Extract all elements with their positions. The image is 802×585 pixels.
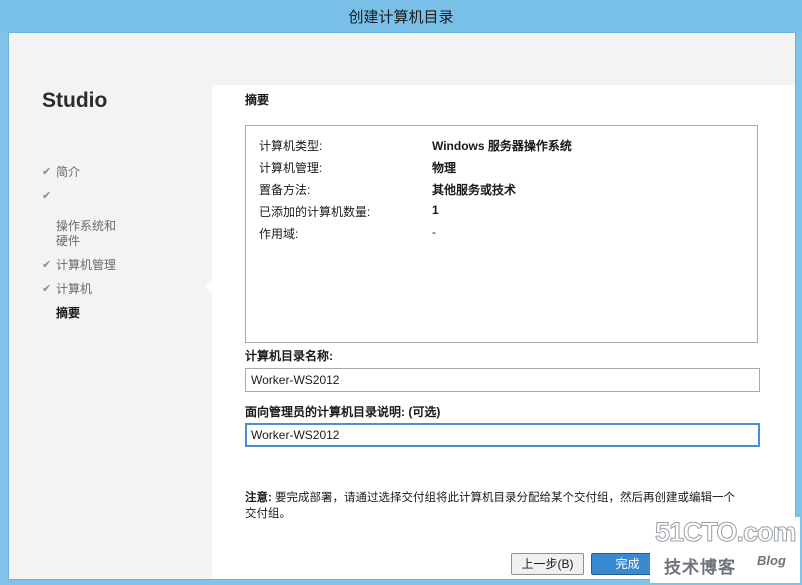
window-title: 创建计算机目录	[348, 9, 454, 26]
admin-description-label: 面向管理员的计算机目录说明: (可选)	[245, 405, 441, 419]
summary-value: 其他服务或技术	[432, 183, 517, 197]
note-text: 要完成部署，请通过选择交付组将此计算机目录分配给某个交付组，然后再创建或编辑一个…	[245, 492, 736, 520]
watermark-subtitle: 技术博客	[664, 558, 736, 577]
summary-box: 计算机类型: Windows 服务器操作系统 计算机管理: 物理 置备方法: 其…	[245, 125, 758, 343]
back-button[interactable]: 上一步(B)	[511, 553, 584, 575]
summary-value: -	[432, 225, 436, 239]
watermark-site: 51CTO.com	[655, 517, 798, 548]
summary-key: 计算机管理:	[259, 161, 323, 175]
summary-value: 物理	[432, 161, 457, 175]
step-label: 计算机	[56, 282, 93, 296]
summary-key: 已添加的计算机数量:	[259, 205, 371, 219]
app-name: Studio	[42, 89, 108, 112]
step-label: 计算机管理	[56, 258, 117, 272]
admin-description-input[interactable]	[245, 423, 760, 447]
summary-key: 计算机类型:	[259, 139, 323, 153]
step-intro[interactable]: ✔ 简介	[42, 165, 116, 180]
wizard-content: 摘要 计算机类型: Windows 服务器操作系统 计算机管理: 物理 置备方法…	[212, 85, 795, 579]
checkmark-icon: ✔	[42, 283, 52, 295]
step-label: 简介	[56, 165, 81, 179]
summary-value: Windows 服务器操作系统	[432, 139, 572, 153]
catalog-name-label: 计算机目录名称:	[245, 349, 333, 363]
window-titlebar: 创建计算机目录	[0, 0, 802, 32]
step-machines[interactable]: ✔ 计算机	[42, 282, 116, 297]
note-label: 注意:	[245, 492, 272, 504]
summary-key: 置备方法:	[259, 183, 311, 197]
summary-key: 作用域:	[259, 227, 299, 241]
current-step-pointer	[204, 281, 212, 293]
summary-value: 1	[432, 203, 439, 217]
step-summary[interactable]: 摘要	[42, 306, 116, 321]
wizard-dialog: Studio ✔ 简介 ✔ 操作系统和 硬件 ✔ 计算机管理 ✔ 计算机 摘要	[8, 32, 796, 580]
wizard-steps: ✔ 简介 ✔ 操作系统和 硬件 ✔ 计算机管理 ✔ 计算机 摘要	[42, 165, 116, 330]
step-label: 操作系统和 硬件	[56, 219, 117, 248]
wizard-sidebar: Studio ✔ 简介 ✔ 操作系统和 硬件 ✔ 计算机管理 ✔ 计算机 摘要	[9, 33, 212, 579]
checkmark-icon: ✔	[42, 259, 52, 271]
step-machine-management[interactable]: ✔ 计算机管理	[42, 258, 116, 273]
watermark-blog: Blog	[757, 553, 786, 568]
site-watermark: 51CTO.com 技术博客 Blog	[650, 517, 800, 583]
checkmark-icon: ✔	[42, 166, 52, 178]
step-label: 摘要	[56, 306, 81, 320]
checkmark-icon: ✔	[42, 190, 52, 202]
step-os-hardware[interactable]: ✔ 操作系统和 硬件	[42, 189, 116, 249]
section-title: 摘要	[245, 93, 270, 107]
catalog-name-input[interactable]	[245, 368, 760, 392]
